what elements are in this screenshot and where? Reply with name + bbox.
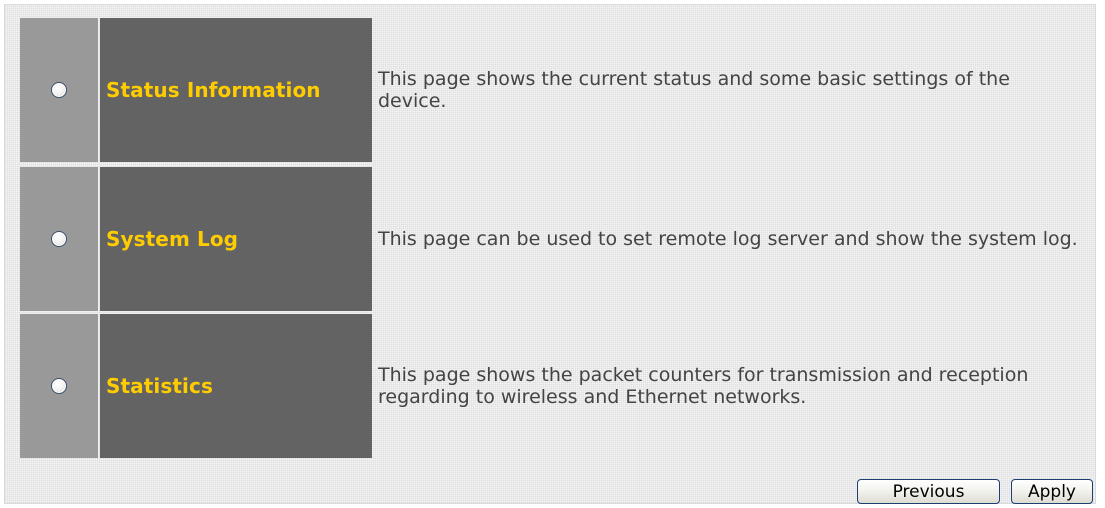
radio-cell[interactable]	[20, 314, 98, 458]
option-label-cell: Status Information	[100, 18, 372, 162]
option-label: Status Information	[106, 78, 321, 102]
option-label: Statistics	[106, 374, 213, 398]
status-information-radio[interactable]	[51, 82, 67, 98]
option-description: This page shows the packet counters for …	[378, 364, 1029, 408]
previous-button[interactable]: Previous	[857, 479, 1000, 504]
option-description-cell: This page shows the current status and s…	[374, 18, 1094, 162]
system-log-radio[interactable]	[51, 231, 67, 247]
option-label-cell: System Log	[100, 167, 372, 311]
option-row-status-information[interactable]: Status Information This page shows the c…	[20, 18, 1094, 162]
option-label: System Log	[106, 227, 239, 251]
radio-cell[interactable]	[20, 18, 98, 162]
option-description-cell: This page can be used to set remote log …	[374, 167, 1094, 311]
option-row-system-log[interactable]: System Log This page can be used to set …	[20, 167, 1094, 311]
statistics-radio[interactable]	[51, 378, 67, 394]
apply-button[interactable]: Apply	[1011, 479, 1093, 504]
radio-cell[interactable]	[20, 167, 98, 311]
option-row-statistics[interactable]: Statistics This page shows the packet co…	[20, 314, 1094, 458]
option-description-cell: This page shows the packet counters for …	[374, 314, 1094, 458]
option-description: This page shows the current status and s…	[378, 68, 1010, 112]
option-description: This page can be used to set remote log …	[378, 228, 1078, 250]
option-label-cell: Statistics	[100, 314, 372, 458]
wizard-panel: Status Information This page shows the c…	[4, 4, 1096, 504]
